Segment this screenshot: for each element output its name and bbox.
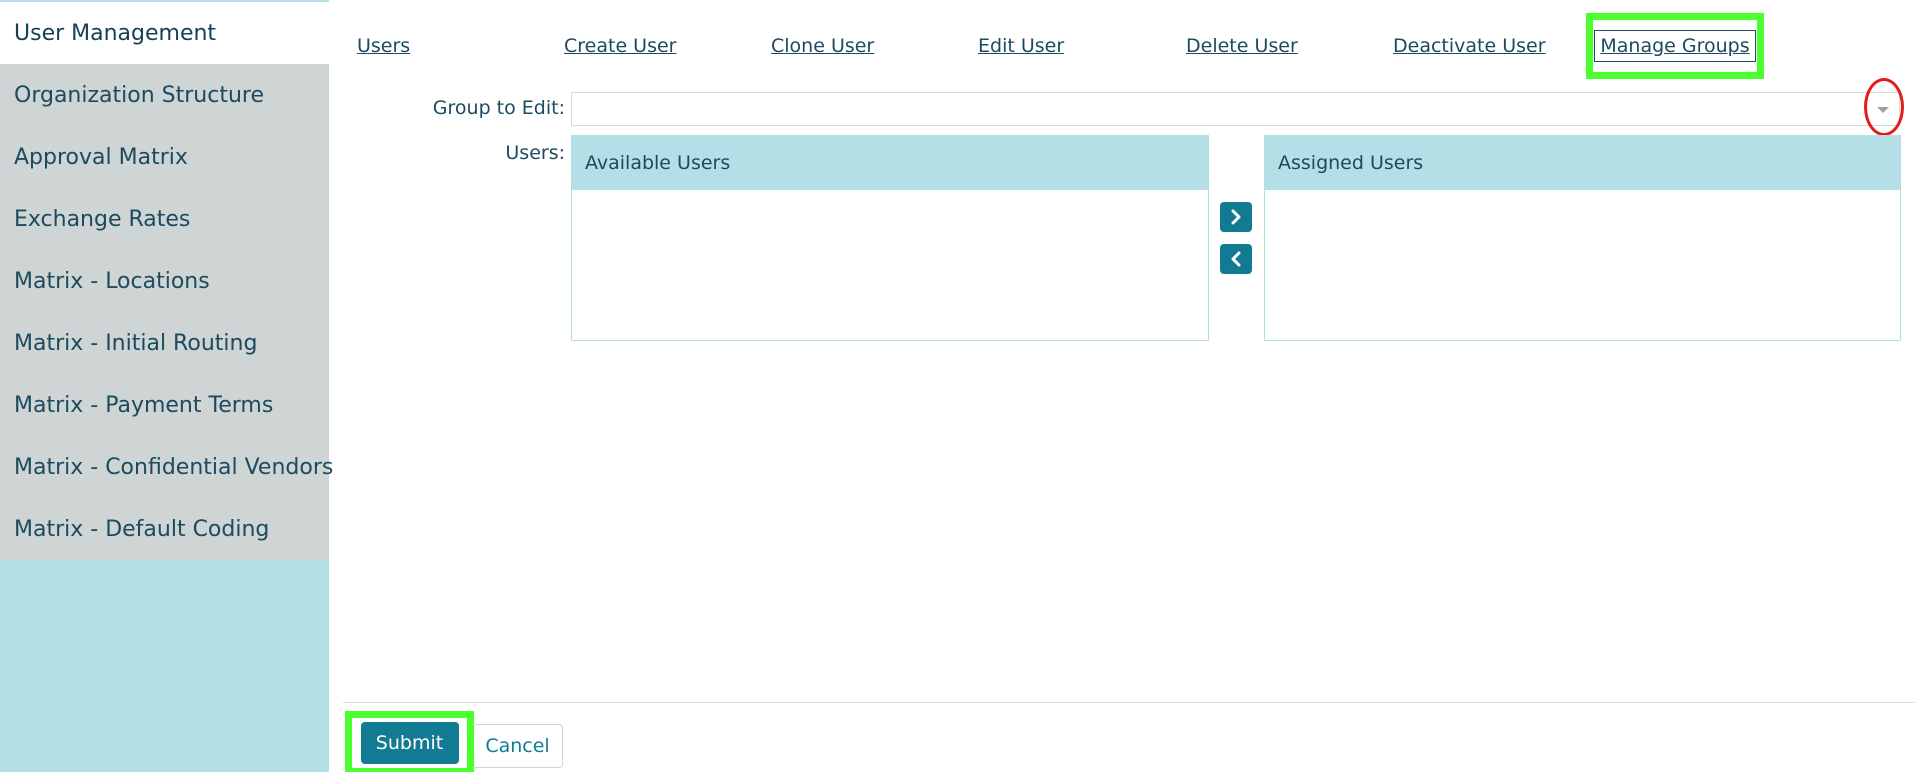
users-label: Users: [505, 142, 565, 164]
sidebar-item-matrix-initial-routing[interactable]: Matrix - Initial Routing [0, 312, 329, 374]
sidebar-item-label: Matrix - Payment Terms [14, 392, 274, 418]
nav-link-manage-groups[interactable]: Manage Groups [1594, 30, 1756, 62]
sidebar-item-label: Matrix - Default Coding [14, 516, 270, 542]
nav-link-users[interactable]: Users [357, 32, 410, 60]
footer-divider [343, 702, 1915, 703]
nav-link-delete-user[interactable]: Delete User [1186, 32, 1298, 60]
available-users-body[interactable] [572, 190, 1208, 340]
sidebar-item-label: Exchange Rates [14, 206, 191, 232]
sidebar-item-label: User Management [14, 20, 217, 46]
sidebar: User Management Organization Structure A… [0, 0, 333, 772]
assigned-users-title: Assigned Users [1278, 152, 1424, 174]
sidebar-item-matrix-payment-terms[interactable]: Matrix - Payment Terms [0, 374, 329, 436]
group-to-edit-select[interactable] [571, 92, 1900, 126]
nav-link-manage-groups-highlight: Manage Groups [1586, 13, 1764, 79]
sidebar-item-label: Approval Matrix [14, 144, 188, 170]
unassign-user-button[interactable] [1220, 244, 1252, 274]
sidebar-item-label: Matrix - Initial Routing [14, 330, 258, 356]
nav-link-deactivate-user[interactable]: Deactivate User [1393, 32, 1546, 60]
dropdown-highlight-circle [1864, 78, 1904, 136]
assigned-users-header: Assigned Users [1265, 136, 1900, 190]
cancel-button[interactable]: Cancel [473, 724, 563, 768]
chevron-right-icon [1231, 209, 1241, 225]
sidebar-item-label: Matrix - Confidential Vendors [14, 454, 334, 480]
sidebar-item-label: Organization Structure [14, 82, 264, 108]
group-to-edit-label: Group to Edit: [432, 97, 565, 119]
available-users-list[interactable]: Available Users [571, 135, 1209, 341]
assign-user-button[interactable] [1220, 202, 1252, 232]
nav-link-create-user[interactable]: Create User [564, 32, 676, 60]
sidebar-item-matrix-default-coding[interactable]: Matrix - Default Coding [0, 498, 329, 560]
sidebar-item-matrix-confidential-vendors[interactable]: Matrix - Confidential Vendors [0, 436, 333, 498]
available-users-header: Available Users [572, 136, 1208, 190]
nav-link-edit-user[interactable]: Edit User [978, 32, 1064, 60]
sidebar-item-approval-matrix[interactable]: Approval Matrix [0, 126, 329, 188]
sidebar-item-matrix-locations[interactable]: Matrix - Locations [0, 250, 329, 312]
sidebar-item-label: Matrix - Locations [14, 268, 210, 294]
assigned-users-list[interactable]: Assigned Users [1264, 135, 1901, 341]
nav-link-clone-user[interactable]: Clone User [771, 32, 874, 60]
sidebar-item-organization-structure[interactable]: Organization Structure [0, 64, 329, 126]
sidebar-item-user-management[interactable]: User Management [0, 2, 329, 64]
chevron-left-icon [1231, 251, 1241, 267]
available-users-title: Available Users [585, 152, 731, 174]
sidebar-item-exchange-rates[interactable]: Exchange Rates [0, 188, 329, 250]
app-window: User Management Organization Structure A… [0, 0, 1915, 772]
submit-button[interactable]: Submit [360, 722, 459, 764]
submit-button-highlight: Submit [345, 711, 474, 772]
assigned-users-body[interactable] [1265, 190, 1900, 340]
